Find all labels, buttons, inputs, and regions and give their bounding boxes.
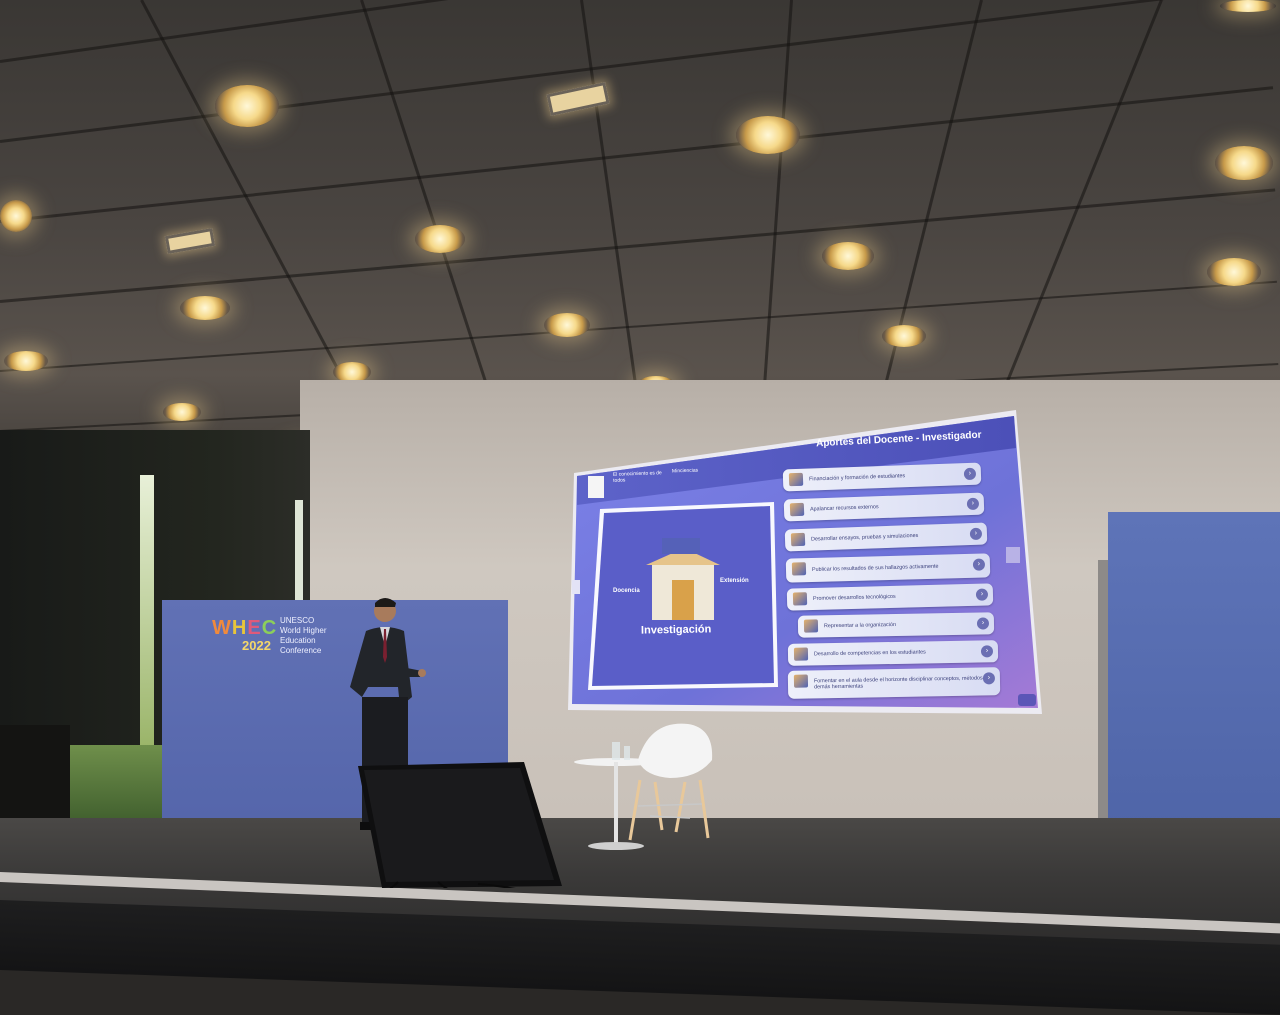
chevron-right-icon: › xyxy=(972,558,986,571)
ceiling-light xyxy=(822,242,874,270)
ceiling-light xyxy=(4,351,48,371)
chevron-right-icon: › xyxy=(975,588,989,601)
window-strip xyxy=(140,475,154,745)
projection-screen: Aportes del Docente - Investigador El co… xyxy=(566,410,1044,716)
logo-letter: W xyxy=(212,617,232,639)
slide-emblem xyxy=(588,476,604,498)
ceiling-light xyxy=(544,313,590,337)
house-door xyxy=(672,580,694,620)
menu-dots xyxy=(1018,694,1036,706)
item-icon xyxy=(790,532,806,547)
ceiling-grid-line xyxy=(0,86,1274,223)
book-icon xyxy=(662,538,700,554)
slide-label-docencia: Docencia xyxy=(613,588,640,594)
chevron-right-icon: › xyxy=(963,467,977,481)
item-icon xyxy=(791,562,807,576)
chair-svg xyxy=(628,723,713,841)
logo-letter: C xyxy=(261,617,278,639)
slide-item: Fomentar en el aula desde el horizonte d… xyxy=(787,667,1001,699)
ceiling-light xyxy=(1220,0,1276,12)
slide-item-label: Fomentar en el aula desde el horizonte d… xyxy=(813,675,987,691)
slide-item-label: Publicar los resultados de sus hallazgos… xyxy=(811,563,939,573)
slide-tab: Minciencias xyxy=(671,467,699,475)
next-arrow xyxy=(1006,547,1020,563)
item-icon xyxy=(803,619,819,633)
monitor-svg xyxy=(357,762,562,903)
ceiling-light xyxy=(163,403,201,421)
chevron-right-icon: › xyxy=(980,645,994,658)
slide-label-investigacion: Investigación xyxy=(640,623,712,637)
item-icon xyxy=(792,592,808,606)
white-chair xyxy=(610,720,720,845)
ceiling-light xyxy=(415,225,465,253)
chevron-right-icon: › xyxy=(969,527,983,541)
slide-item: Desarrollo de competencias en los estudi… xyxy=(787,640,999,666)
slide-brand: El conocimiento es de todos xyxy=(612,470,662,484)
slide-item-label: Representar a la organización xyxy=(823,622,896,630)
whec-logo: WHEC xyxy=(212,617,277,640)
slide-label-extension: Extensión xyxy=(720,578,749,584)
item-icon xyxy=(793,647,809,661)
item-icon xyxy=(793,674,809,688)
slide-item-label: Apalancar recursos externos xyxy=(809,504,879,513)
logo-letter: E xyxy=(247,617,262,639)
ceiling-light xyxy=(180,296,230,320)
ceiling-light xyxy=(215,85,279,127)
chevron-right-icon: › xyxy=(966,497,980,511)
right-blue-panel xyxy=(1108,512,1280,868)
item-icon xyxy=(788,472,804,487)
ceiling-grid-line xyxy=(0,280,1277,372)
slide-item: Representar a la organización › xyxy=(797,612,995,638)
ceiling-vent-light xyxy=(164,227,216,255)
chevron-right-icon: › xyxy=(976,617,990,630)
ceiling-light xyxy=(1207,258,1261,286)
ceiling-light xyxy=(0,200,32,232)
slide-item-label: Financiación y formación de estudiantes xyxy=(808,473,906,483)
ceiling-light xyxy=(882,325,926,347)
banner-year: 2022 xyxy=(242,638,271,653)
ceiling-vent-light xyxy=(546,82,610,116)
slide-item-label: Desarrollar ensayos, pruebas y simulacio… xyxy=(810,532,919,543)
slide-item-label: Promover desarrollos tecnológicos xyxy=(812,593,896,603)
logo-letter: H xyxy=(231,617,248,639)
confidence-monitor xyxy=(357,762,562,903)
ceiling-grid-line xyxy=(0,0,1271,143)
ceiling-light xyxy=(1215,146,1273,180)
lectern xyxy=(0,725,70,825)
window-strip xyxy=(295,500,303,610)
ceiling-light xyxy=(333,362,371,382)
ceiling-light xyxy=(736,116,800,154)
slide-item-label: Desarrollo de competencias en los estudi… xyxy=(813,649,926,658)
item-icon xyxy=(789,502,805,517)
prev-arrow xyxy=(572,580,580,594)
